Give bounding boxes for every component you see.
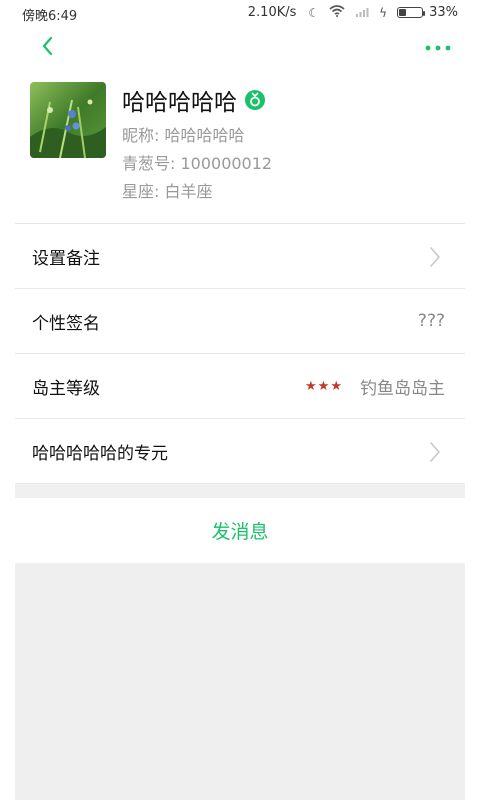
- battery-level: [399, 9, 407, 16]
- constellation: 星座: 白羊座: [122, 182, 213, 201]
- row-label: 哈哈哈哈哈的专元: [32, 443, 168, 464]
- qingcong-id: 青葱号: 100000012: [122, 154, 273, 173]
- profile-name: 哈哈哈哈哈: [122, 90, 237, 116]
- signature-value: ???: [417, 311, 445, 331]
- level-stars: ★★★: [305, 378, 343, 394]
- status-indicators: 2.10K/s ☾ ϟ 33%: [248, 5, 458, 20]
- back-button[interactable]: [34, 32, 62, 60]
- island-level-row[interactable]: 岛主等级 ★★★ 钓鱼岛岛主: [15, 354, 465, 419]
- chevron-right-icon: [430, 442, 440, 462]
- status-bar: 傍晚6:49 2.10K/s ☾ ϟ 33%: [0, 0, 480, 26]
- row-label: 岛主等级: [32, 378, 100, 399]
- profile-header: 哈哈哈哈哈 昵称: 哈哈哈哈哈 青葱号: 100000012 星座: 白羊座: [0, 70, 480, 224]
- profile-options-list: 设置备注 个性签名 ??? 岛主等级 ★★★ 钓鱼岛岛主 哈哈哈哈哈的专元: [15, 224, 465, 484]
- avatar[interactable]: [30, 82, 106, 158]
- avatar-image: [30, 82, 106, 158]
- chevron-right-icon: [430, 247, 440, 267]
- more-button[interactable]: [424, 36, 452, 60]
- chevron-left-icon: [42, 36, 53, 56]
- signal-icon: [355, 6, 369, 20]
- network-speed: 2.10K/s: [247, 5, 297, 20]
- battery-percent: 33%: [429, 5, 458, 20]
- send-message-label: 发消息: [211, 521, 269, 543]
- toolbar: [0, 26, 480, 70]
- signature-row[interactable]: 个性签名 ???: [15, 289, 465, 354]
- charging-icon: ϟ: [379, 5, 388, 20]
- section-gap: [15, 484, 465, 498]
- female-symbol-icon: [245, 90, 265, 110]
- nickname: 昵称: 哈哈哈哈哈: [122, 126, 245, 145]
- battery-icon: [397, 7, 426, 18]
- send-message-button[interactable]: 发消息: [15, 498, 465, 563]
- name-row: 哈哈哈哈哈: [122, 82, 265, 118]
- set-remark-row[interactable]: 设置备注: [15, 224, 465, 289]
- more-dots-icon: [425, 45, 451, 51]
- empty-area: [15, 563, 465, 800]
- row-label: 设置备注: [32, 248, 100, 269]
- level-title: 钓鱼岛岛主: [360, 378, 445, 399]
- moon-icon: ☾: [308, 5, 320, 20]
- wifi-icon: [329, 5, 345, 20]
- status-time: 傍晚6:49: [22, 9, 78, 24]
- user-album-row[interactable]: 哈哈哈哈哈的专元: [15, 419, 465, 484]
- row-label: 个性签名: [32, 313, 100, 334]
